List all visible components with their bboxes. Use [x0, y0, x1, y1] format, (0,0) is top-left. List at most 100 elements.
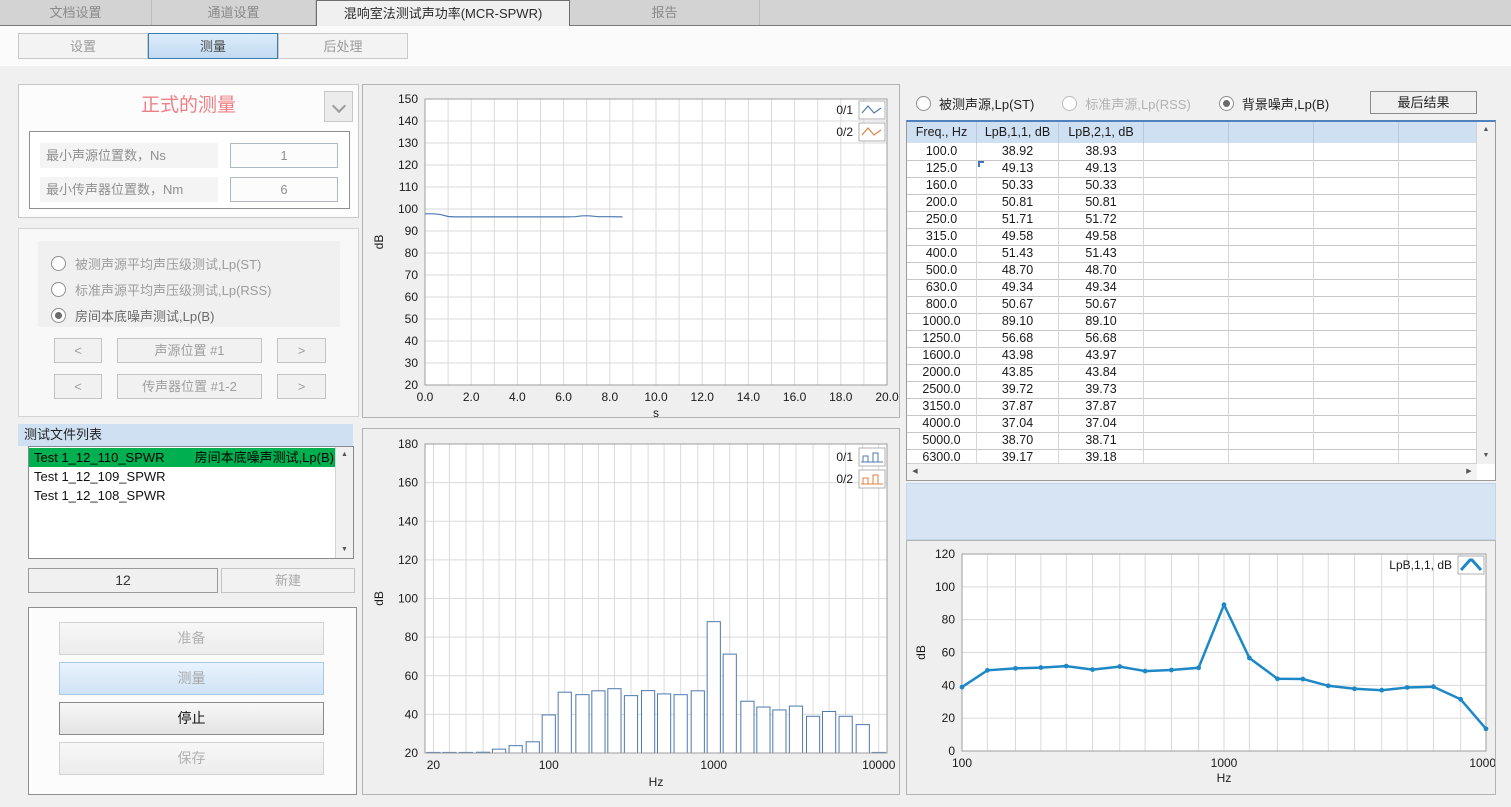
table-cell[interactable]	[1144, 381, 1229, 399]
table-cell[interactable]: 51.43	[977, 245, 1059, 263]
table-cell[interactable]: 2500.0	[907, 381, 977, 399]
table-cell[interactable]: 6300.0	[907, 449, 977, 464]
table-cell[interactable]: 50.81	[1059, 194, 1144, 212]
table-cell[interactable]: 200.0	[907, 194, 977, 212]
table-cell[interactable]	[1144, 398, 1229, 416]
measurement-mode-dropdown-button[interactable]	[324, 91, 353, 122]
test-type-radio-0[interactable]: 被测声源平均声压级测试,Lp(ST)	[51, 250, 340, 276]
table-row[interactable]: 1000.089.1089.10	[907, 313, 1477, 330]
tab-mcr-spwr[interactable]: 混响室法测试声功率(MCR-SPWR)	[316, 0, 570, 26]
table-cell[interactable]: 37.04	[977, 415, 1059, 433]
table-cell[interactable]: 56.68	[1059, 330, 1144, 348]
table-cell[interactable]	[1229, 432, 1314, 450]
table-cell[interactable]: 37.04	[1059, 415, 1144, 433]
table-cell[interactable]	[1144, 228, 1229, 246]
table-row[interactable]: 315.049.5849.58	[907, 228, 1477, 245]
table-row[interactable]: 4000.037.0437.04	[907, 415, 1477, 432]
table-cell[interactable]	[1314, 364, 1399, 382]
mic-next-button[interactable]: >	[277, 374, 326, 399]
table-cell[interactable]: 3150.0	[907, 398, 977, 416]
radio-icon[interactable]	[51, 308, 66, 323]
table-cell[interactable]	[1399, 381, 1477, 399]
legend-item[interactable]: 0/1	[836, 101, 885, 119]
nm-field[interactable]: 6	[230, 177, 338, 202]
table-cell[interactable]	[1399, 211, 1477, 229]
table-cell[interactable]: 50.33	[1059, 177, 1144, 195]
table-cell[interactable]	[1229, 347, 1314, 365]
file-count-button[interactable]: 12	[28, 568, 218, 593]
list-item[interactable]: Test 1_12_110_SPWR房间本底噪声测试,Lp(B)	[29, 448, 336, 467]
source-position-button[interactable]: 声源位置 #1	[117, 338, 262, 363]
table-row[interactable]: 200.050.8150.81	[907, 194, 1477, 211]
table-cell[interactable]	[1229, 415, 1314, 433]
radio-icon[interactable]	[1062, 96, 1077, 111]
table-row[interactable]: 6300.039.1739.18	[907, 449, 1477, 464]
table-cell[interactable]: 125.0	[907, 160, 977, 178]
table-cell[interactable]	[1399, 313, 1477, 331]
table-cell[interactable]	[1144, 194, 1229, 212]
table-cell[interactable]	[1399, 143, 1477, 161]
table-hscrollbar[interactable]: ◀ ▶	[907, 463, 1477, 480]
table-row[interactable]: 160.050.3350.33	[907, 177, 1477, 194]
table-cell[interactable]	[1229, 160, 1314, 178]
save-button[interactable]: 保存	[59, 742, 324, 775]
table-cell[interactable]: 51.72	[1059, 211, 1144, 229]
table-cell[interactable]	[1314, 262, 1399, 280]
table-cell[interactable]: 89.10	[1059, 313, 1144, 331]
table-cell[interactable]	[1229, 228, 1314, 246]
table-cell[interactable]: 2000.0	[907, 364, 977, 382]
table-cell[interactable]: 56.68	[977, 330, 1059, 348]
table-cell[interactable]	[1399, 415, 1477, 433]
table-row[interactable]: 5000.038.7038.71	[907, 432, 1477, 449]
table-cell[interactable]: 1600.0	[907, 347, 977, 365]
table-cell[interactable]	[1144, 160, 1229, 178]
source-prev-button[interactable]: <	[54, 338, 102, 363]
table-row[interactable]: 125.049.1349.13	[907, 160, 1477, 177]
table-cell[interactable]	[1144, 313, 1229, 331]
table-cell[interactable]	[1144, 347, 1229, 365]
legend-item[interactable]: 0/2	[836, 123, 885, 141]
table-cell[interactable]	[1229, 381, 1314, 399]
prepare-button[interactable]: 准备	[59, 622, 324, 655]
scroll-down-icon[interactable]: ▼	[1477, 448, 1495, 464]
table-cell[interactable]	[1229, 330, 1314, 348]
table-cell[interactable]	[1229, 279, 1314, 297]
result-radio-1[interactable]: 标准声源,Lp(RSS)	[1062, 94, 1190, 113]
table-cell[interactable]	[1314, 211, 1399, 229]
table-cell[interactable]	[1314, 432, 1399, 450]
source-next-button[interactable]: >	[277, 338, 326, 363]
table-cell[interactable]: 49.34	[1059, 279, 1144, 297]
table-cell[interactable]	[1399, 398, 1477, 416]
table-cell[interactable]	[1314, 160, 1399, 178]
file-list-scrollbar[interactable]: ▲ ▼	[335, 447, 353, 558]
table-row[interactable]: 630.049.3449.34	[907, 279, 1477, 296]
table-cell[interactable]	[1229, 398, 1314, 416]
table-row[interactable]: 800.050.6750.67	[907, 296, 1477, 313]
table-cell[interactable]	[1314, 228, 1399, 246]
col-lpb11[interactable]: LpB,1,1, dB	[977, 122, 1059, 143]
table-cell[interactable]	[1314, 143, 1399, 161]
col-freq[interactable]: Freq., Hz	[907, 122, 977, 143]
table-vscrollbar[interactable]: ▲ ▼	[1476, 122, 1495, 464]
table-cell[interactable]	[1229, 262, 1314, 280]
table-cell[interactable]: 160.0	[907, 177, 977, 195]
table-cell[interactable]: 39.73	[1059, 381, 1144, 399]
table-cell[interactable]	[1229, 313, 1314, 331]
table-cell[interactable]	[1399, 160, 1477, 178]
table-cell[interactable]	[1314, 347, 1399, 365]
table-cell[interactable]: 630.0	[907, 279, 977, 297]
table-cell[interactable]: 38.92	[977, 143, 1059, 161]
table-cell[interactable]: 100.0	[907, 143, 977, 161]
table-cell[interactable]: 51.71	[977, 211, 1059, 229]
scroll-right-icon[interactable]: ▶	[1461, 464, 1477, 480]
mic-prev-button[interactable]: <	[54, 374, 102, 399]
table-row[interactable]: 500.048.7048.70	[907, 262, 1477, 279]
table-cell[interactable]	[1314, 194, 1399, 212]
tab-postprocess[interactable]: 后处理	[278, 33, 408, 59]
table-cell[interactable]	[1399, 347, 1477, 365]
table-row[interactable]: 2500.039.7239.73	[907, 381, 1477, 398]
list-item[interactable]: Test 1_12_109_SPWR	[29, 467, 336, 486]
table-cell[interactable]	[1229, 449, 1314, 464]
table-cell[interactable]: 500.0	[907, 262, 977, 280]
test-type-radio-2[interactable]: 房间本底噪声测试,Lp(B)	[51, 302, 340, 328]
